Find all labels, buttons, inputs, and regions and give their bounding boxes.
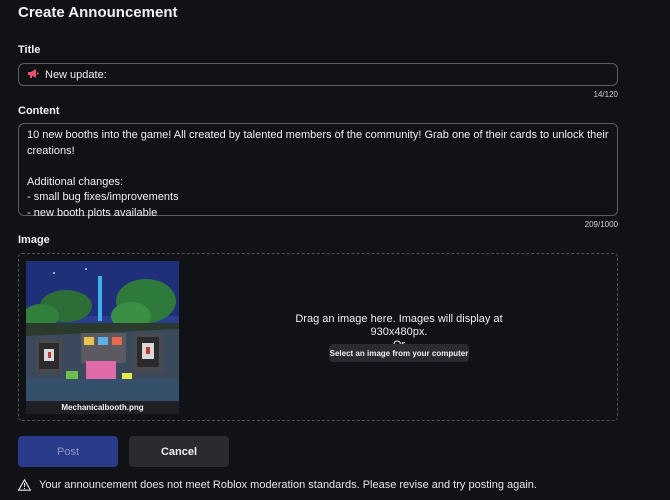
- content-line: 10 new booths into the game! All created…: [27, 129, 609, 141]
- create-announcement-page: Create Announcement Title New update: 14…: [0, 0, 670, 500]
- warning-icon: [18, 479, 31, 491]
- content-line: - new booth plots available: [27, 206, 158, 219]
- content-line: Additional changes:: [27, 175, 124, 188]
- content-line: [27, 159, 609, 175]
- content-char-counter: 209/1000: [584, 220, 618, 229]
- content-line: - small bug fixes/improvements: [27, 191, 179, 203]
- image-filename: Mechanicalbooth.png: [61, 403, 144, 412]
- booth-preview-image: [26, 261, 179, 401]
- title-input[interactable]: New update:: [18, 63, 618, 86]
- select-image-button[interactable]: Select an image from your computer: [329, 344, 469, 362]
- title-label: Title: [18, 44, 41, 56]
- cancel-button[interactable]: Cancel: [129, 436, 229, 467]
- image-label: Image: [18, 234, 50, 246]
- page-title: Create Announcement: [18, 4, 178, 21]
- megaphone-icon: [27, 68, 39, 82]
- content-label: Content: [18, 105, 60, 117]
- content-line: creations!: [27, 144, 75, 157]
- warning-text: Your announcement does not meet Roblox m…: [39, 479, 537, 491]
- drop-hint: Drag an image here. Images will display …: [295, 313, 503, 338]
- title-value: New update:: [45, 68, 107, 81]
- title-char-counter: 14/120: [593, 90, 618, 99]
- post-button[interactable]: Post: [18, 436, 118, 467]
- image-thumbnail[interactable]: Mechanicalbooth.png: [26, 261, 179, 414]
- content-textarea[interactable]: 10 new booths into the game! All created…: [18, 123, 618, 219]
- moderation-warning: Your announcement does not meet Roblox m…: [18, 479, 537, 491]
- image-dropzone[interactable]: Mechanicalbooth.png Drag an image here. …: [18, 253, 618, 421]
